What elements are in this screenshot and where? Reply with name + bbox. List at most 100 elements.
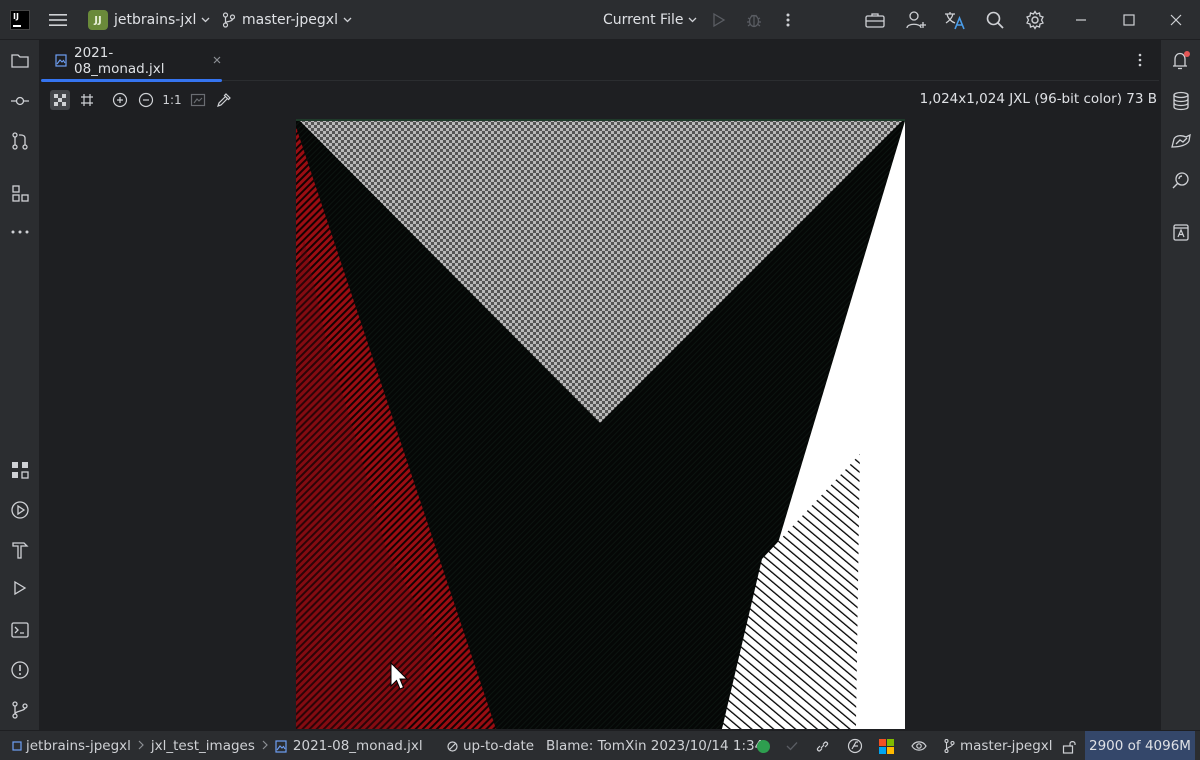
right-tool-strip bbox=[1160, 40, 1200, 730]
settings-button[interactable] bbox=[1025, 0, 1045, 40]
memory-indicator[interactable]: 2900 of 4096M bbox=[1085, 731, 1195, 760]
search-button[interactable] bbox=[985, 0, 1005, 40]
actual-size-button[interactable]: 1:1 bbox=[161, 90, 183, 110]
status-indicator[interactable] bbox=[757, 731, 770, 760]
add-user-button[interactable] bbox=[905, 0, 927, 40]
reader-mode-button[interactable] bbox=[911, 731, 927, 760]
status-branch-selector[interactable]: master-jpegxl bbox=[944, 731, 1053, 760]
toggle-grid-button[interactable] bbox=[77, 90, 97, 110]
close-tab-icon[interactable] bbox=[212, 53, 222, 69]
chevron-down-icon bbox=[201, 15, 210, 26]
mouse-cursor-icon bbox=[390, 662, 409, 690]
more-actions-button[interactable] bbox=[780, 0, 796, 40]
image-preview[interactable] bbox=[296, 119, 905, 729]
notifications-icon[interactable] bbox=[1169, 49, 1193, 73]
zoom-out-icon bbox=[138, 92, 154, 108]
image-canvas-area bbox=[41, 118, 1159, 730]
link-button[interactable] bbox=[815, 731, 830, 760]
ai-assistant-icon[interactable] bbox=[1169, 220, 1193, 244]
toolbox-button[interactable] bbox=[864, 0, 886, 40]
read-only-toggle[interactable] bbox=[1062, 731, 1076, 760]
editor-tab-bar: 2021-08_monad.jxl bbox=[41, 40, 1159, 82]
chevron-down-icon bbox=[688, 15, 697, 26]
build-icon[interactable] bbox=[8, 538, 32, 562]
add-user-icon bbox=[905, 10, 927, 30]
image-content bbox=[296, 119, 905, 729]
problems-icon[interactable] bbox=[8, 658, 32, 682]
blame-info[interactable]: Blame: TomXin 2023/10/14 1:34 bbox=[546, 731, 763, 760]
breadcrumb-item-project[interactable]: jetbrains-jpegxl bbox=[26, 738, 131, 754]
app-logo[interactable]: IJ bbox=[10, 10, 30, 30]
run-button[interactable] bbox=[712, 0, 726, 40]
debug-button[interactable] bbox=[745, 0, 763, 40]
run-icon[interactable] bbox=[8, 576, 32, 600]
zoom-in-button[interactable] bbox=[110, 90, 130, 110]
zoom-out-button[interactable] bbox=[136, 90, 156, 110]
folder-icon[interactable] bbox=[8, 49, 32, 73]
fit-zoom-button[interactable] bbox=[188, 90, 208, 110]
left-tool-strip bbox=[0, 40, 40, 730]
analyzer-icon[interactable] bbox=[1169, 169, 1193, 193]
close-window-button[interactable] bbox=[1169, 0, 1183, 40]
plugins-icon[interactable] bbox=[8, 458, 32, 482]
inspection-status[interactable] bbox=[786, 731, 798, 760]
run-config-selector[interactable]: Current File bbox=[603, 0, 697, 40]
unlock-icon bbox=[1062, 739, 1076, 754]
image-file-icon bbox=[55, 54, 67, 67]
structure-icon[interactable] bbox=[8, 181, 32, 205]
gear-icon bbox=[1025, 10, 1045, 30]
no-changes-icon bbox=[447, 740, 458, 752]
link-icon bbox=[815, 739, 830, 754]
close-icon bbox=[1169, 13, 1183, 27]
git-icon[interactable] bbox=[8, 698, 32, 722]
tab-options-button[interactable] bbox=[1133, 52, 1147, 72]
title-bar: IJ JJ jetbrains-jxl master-jpegxl Curren… bbox=[0, 0, 1200, 40]
services-icon[interactable] bbox=[8, 498, 32, 522]
hamburger-menu-icon bbox=[48, 12, 68, 28]
branch-icon bbox=[222, 12, 236, 28]
windows-logo-icon bbox=[879, 738, 894, 754]
vcs-status[interactable]: up-to-date bbox=[447, 731, 534, 760]
editorconfig-button[interactable] bbox=[847, 731, 863, 760]
breadcrumb-item-folder[interactable]: jxl_test_images bbox=[151, 738, 255, 754]
maximize-icon bbox=[1122, 13, 1136, 27]
commit-icon[interactable] bbox=[8, 89, 32, 113]
toolbox-icon bbox=[864, 11, 886, 29]
database-icon[interactable] bbox=[1169, 89, 1193, 113]
status-branch-label: master-jpegxl bbox=[960, 738, 1053, 754]
minimize-icon bbox=[1074, 13, 1088, 27]
project-selector[interactable]: JJ jetbrains-jxl bbox=[88, 0, 210, 40]
chessboard-icon bbox=[53, 93, 67, 107]
more-vertical-icon bbox=[780, 12, 796, 28]
pull-requests-icon[interactable] bbox=[8, 129, 32, 153]
zoom-in-icon bbox=[112, 92, 128, 108]
run-config-label: Current File bbox=[603, 12, 684, 28]
deploy-icon[interactable] bbox=[1169, 129, 1193, 153]
branch-selector[interactable]: master-jpegxl bbox=[222, 0, 352, 40]
status-dot-icon bbox=[757, 739, 770, 753]
search-icon bbox=[985, 10, 1005, 30]
breadcrumb-item-file[interactable]: 2021-08_monad.jxl bbox=[293, 738, 423, 754]
memory-indicator-label: 2900 of 4096M bbox=[1085, 731, 1195, 760]
more-icon[interactable] bbox=[8, 220, 32, 244]
minimize-button[interactable] bbox=[1074, 0, 1088, 40]
terminal-icon[interactable] bbox=[8, 618, 32, 642]
main-menu-button[interactable] bbox=[48, 0, 68, 40]
eye-icon bbox=[911, 740, 927, 752]
image-info: 1,024x1,024 JXL (96-bit color) 73 B bbox=[919, 91, 1157, 107]
project-badge: JJ bbox=[88, 10, 108, 30]
maximize-button[interactable] bbox=[1122, 0, 1136, 40]
project-name: jetbrains-jxl bbox=[114, 12, 197, 28]
color-picker-button[interactable] bbox=[214, 90, 234, 110]
debug-icon bbox=[745, 11, 763, 29]
toggle-chessboard-button[interactable] bbox=[50, 90, 70, 110]
image-file-icon bbox=[275, 739, 287, 753]
more-vertical-icon bbox=[1133, 52, 1147, 68]
fit-image-icon bbox=[190, 93, 206, 107]
tab-2021-08-monad[interactable]: 2021-08_monad.jxl bbox=[41, 40, 222, 82]
windows-button[interactable] bbox=[879, 731, 894, 760]
translate-button[interactable] bbox=[944, 0, 966, 40]
tab-label: 2021-08_monad.jxl bbox=[74, 44, 165, 77]
grid-icon bbox=[80, 93, 94, 107]
run-icon bbox=[712, 12, 726, 28]
